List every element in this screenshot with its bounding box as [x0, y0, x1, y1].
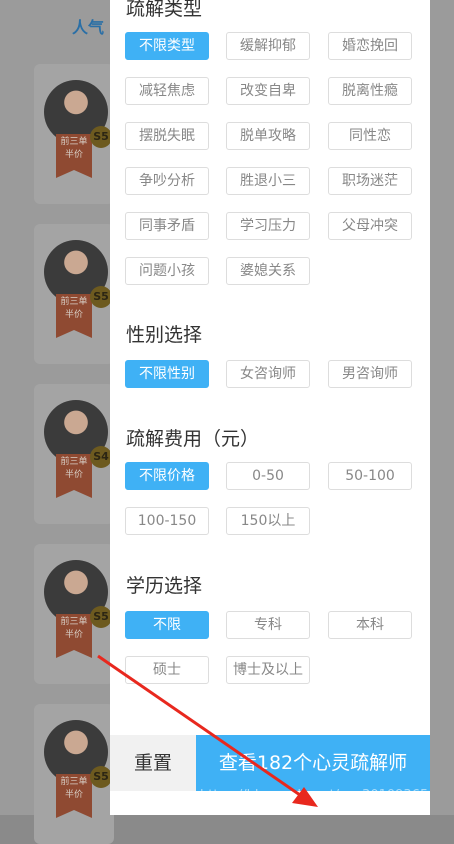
level-badge: S5: [90, 286, 112, 308]
level-badge: S5: [90, 126, 112, 148]
gender-section-title: 性别选择: [126, 324, 203, 346]
fee-option[interactable]: 150以上: [226, 507, 310, 535]
fee-option[interactable]: 50-100: [328, 462, 412, 490]
type-option[interactable]: 胜退小三: [226, 167, 310, 195]
type-option[interactable]: 减轻焦虑: [125, 77, 209, 105]
education-option[interactable]: 硕士: [125, 656, 209, 684]
counselor-card[interactable]: 前三单 半价 S5: [34, 544, 114, 684]
level-badge: S5: [90, 766, 112, 788]
gender-option[interactable]: 不限性别: [125, 360, 209, 388]
fee-option[interactable]: 0-50: [226, 462, 310, 490]
level-badge: S4: [90, 446, 112, 468]
education-option[interactable]: 专科: [226, 611, 310, 639]
type-option[interactable]: 职场迷茫: [328, 167, 412, 195]
type-option[interactable]: 摆脱失眠: [125, 122, 209, 150]
gender-option[interactable]: 女咨询师: [226, 360, 310, 388]
type-option[interactable]: 改变自卑: [226, 77, 310, 105]
counselor-card[interactable]: 前三单 半价 S5: [34, 64, 114, 204]
discount-ribbon: 前三单 半价: [56, 134, 92, 178]
type-option[interactable]: 争吵分析: [125, 167, 209, 195]
discount-ribbon: 前三单 半价: [56, 614, 92, 658]
filter-footer: 重置 查看182个心灵疏解师: [110, 735, 430, 791]
type-option[interactable]: 缓解抑郁: [226, 32, 310, 60]
type-option[interactable]: 脱单攻略: [226, 122, 310, 150]
type-option[interactable]: 脱离性瘾: [328, 77, 412, 105]
type-option[interactable]: 婆媳关系: [226, 257, 310, 285]
type-section-title: 疏解类型: [126, 0, 203, 20]
filter-panel: 疏解类型 不限类型 缓解抑郁 婚恋挽回减轻焦虑 改变自卑 脱离性瘾摆脱失眠 脱单攻略 同性恋…: [110, 0, 430, 815]
counselor-card[interactable]: 前三单 半价 S4: [34, 384, 114, 524]
type-option[interactable]: 不限类型: [125, 32, 209, 60]
discount-ribbon: 前三单 半价: [56, 294, 92, 338]
watermark: https://blog.csdn.net/qq_30109365: [200, 788, 429, 803]
reset-button[interactable]: 重置: [110, 735, 196, 791]
fee-option[interactable]: 100-150: [125, 507, 209, 535]
fee-section-title: 疏解费用（元）: [126, 428, 260, 450]
view-counselors-button[interactable]: 查看182个心灵疏解师: [196, 735, 430, 791]
level-badge: S5: [90, 606, 112, 628]
fee-option[interactable]: 不限价格: [125, 462, 209, 490]
type-option[interactable]: 父母冲突: [328, 212, 412, 240]
popularity-tab[interactable]: 人气: [72, 14, 104, 38]
education-option[interactable]: 博士及以上: [226, 656, 310, 684]
discount-ribbon: 前三单 半价: [56, 454, 92, 498]
type-option[interactable]: 同性恋: [328, 122, 412, 150]
type-option[interactable]: 同事矛盾: [125, 212, 209, 240]
counselor-card[interactable]: 前三单 半价 S5: [34, 224, 114, 364]
counselor-card[interactable]: 前三单 半价 S5: [34, 704, 114, 844]
type-option[interactable]: 学习压力: [226, 212, 310, 240]
education-option[interactable]: 本科: [328, 611, 412, 639]
type-option[interactable]: 问题小孩: [125, 257, 209, 285]
education-section-title: 学历选择: [126, 575, 203, 597]
discount-ribbon: 前三单 半价: [56, 774, 92, 818]
education-option[interactable]: 不限: [125, 611, 209, 639]
type-option[interactable]: 婚恋挽回: [328, 32, 412, 60]
gender-option[interactable]: 男咨询师: [328, 360, 412, 388]
